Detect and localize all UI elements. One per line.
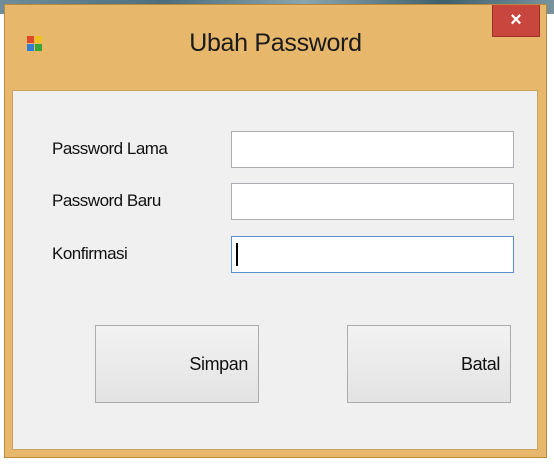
old-password-field[interactable] — [231, 131, 514, 168]
close-icon: × — [510, 9, 522, 31]
cancel-button[interactable]: Batal — [347, 325, 511, 403]
text-caret — [236, 243, 238, 266]
window-title: Ubah Password — [189, 29, 362, 57]
save-button[interactable]: Simpan — [95, 325, 259, 403]
confirm-password-label: Konfirmasi — [52, 244, 128, 263]
title-bar[interactable]: Ubah Password × — [5, 5, 546, 85]
new-password-label: Password Baru — [52, 191, 161, 210]
close-button[interactable]: × — [492, 5, 540, 37]
old-password-label: Password Lama — [52, 139, 168, 158]
confirm-password-field[interactable] — [231, 236, 514, 273]
new-password-field[interactable] — [231, 183, 514, 220]
